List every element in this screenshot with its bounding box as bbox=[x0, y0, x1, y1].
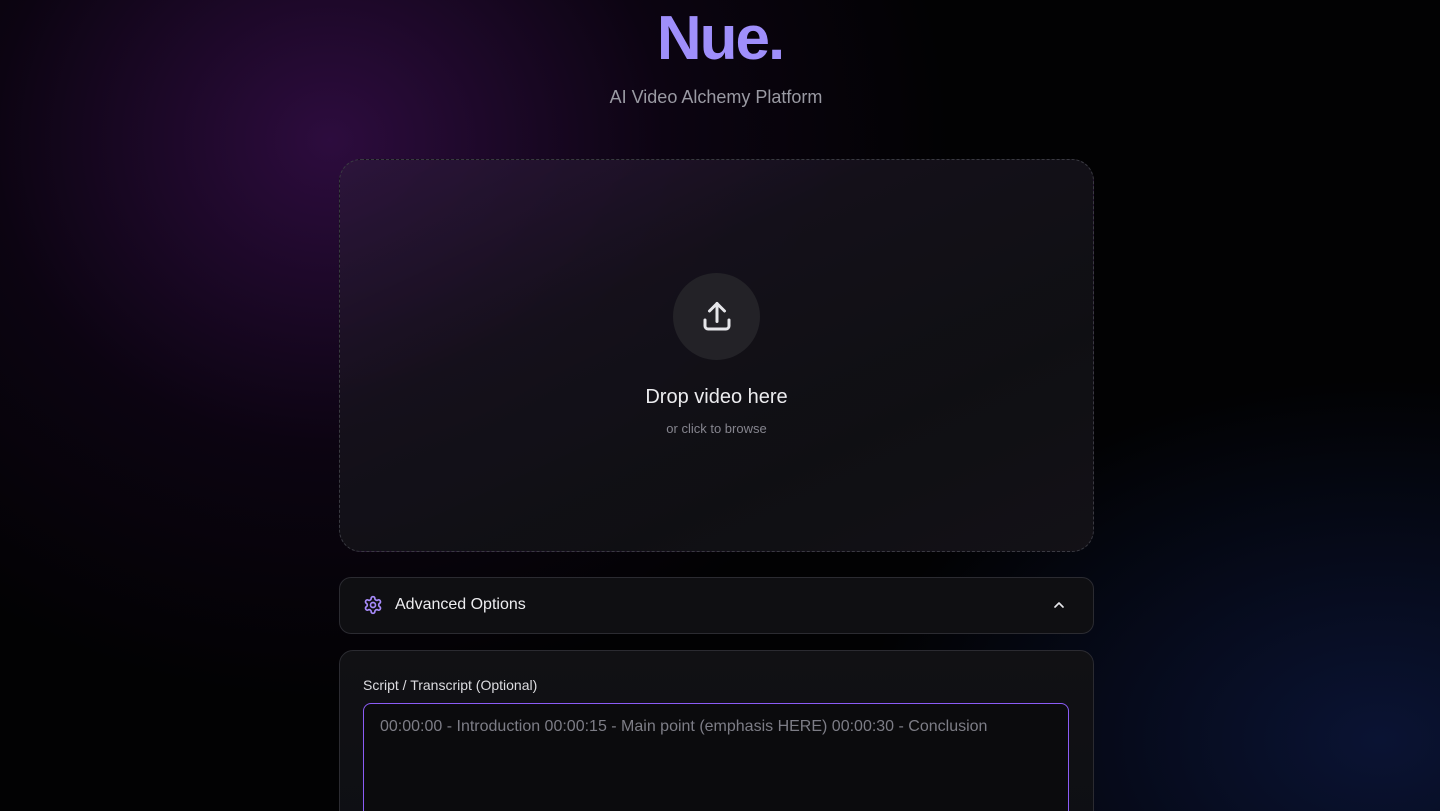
video-dropzone[interactable]: Drop video here or click to browse bbox=[339, 159, 1094, 552]
page: Nue. AI Video Alchemy Platform Drop vide… bbox=[0, 0, 1440, 811]
gear-icon bbox=[364, 595, 382, 615]
brand-logo: Nue. bbox=[656, 4, 785, 73]
advanced-options-panel: Script / Transcript (Optional) bbox=[339, 650, 1094, 811]
chevron-up-icon bbox=[1054, 602, 1064, 608]
advanced-options-label: Advanced Options bbox=[395, 596, 526, 613]
dropzone-title: Drop video here bbox=[645, 386, 788, 408]
dropzone-subtitle: or click to browse bbox=[666, 421, 767, 436]
script-transcript-input[interactable] bbox=[363, 703, 1069, 811]
upload-button[interactable] bbox=[673, 273, 760, 360]
advanced-options-toggle[interactable]: Advanced Options bbox=[339, 577, 1094, 634]
script-field-label: Script / Transcript (Optional) bbox=[363, 677, 538, 693]
upload-icon bbox=[703, 301, 730, 330]
brand-tagline: AI Video Alchemy Platform bbox=[609, 87, 823, 107]
